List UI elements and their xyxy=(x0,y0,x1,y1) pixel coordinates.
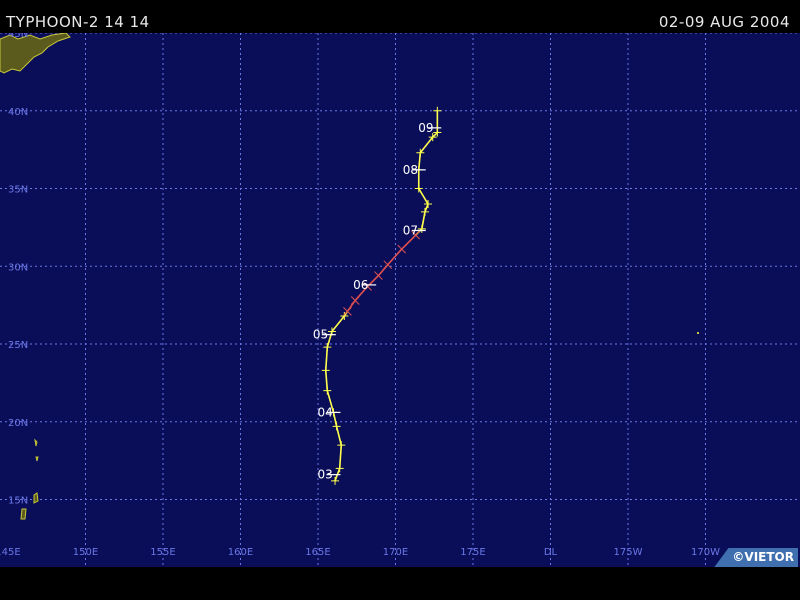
lat-label: 30N xyxy=(8,262,28,273)
lon-label: 170W xyxy=(691,547,720,558)
day-label: 07 xyxy=(403,223,418,237)
day-label: 04 xyxy=(318,405,333,419)
track-map: 45N 40N 35N 30N 25N 20N 15N 145E 150E 155E 160E 16… xyxy=(0,33,800,567)
lon-label: 155E xyxy=(150,547,175,558)
lat-label: 35N xyxy=(8,185,28,196)
day-label: 06 xyxy=(353,278,368,292)
lat-label: 20N xyxy=(8,418,28,429)
lat-label: 45N xyxy=(8,33,28,40)
lon-label: 160E xyxy=(228,547,253,558)
day-label: 09 xyxy=(418,121,433,135)
lon-label: DL xyxy=(544,547,558,558)
lon-label: 150E xyxy=(73,547,98,558)
lat-label: 25N xyxy=(8,340,28,351)
lon-label: 170E xyxy=(383,547,408,558)
lon-label: 165E xyxy=(305,547,330,558)
lon-label: 145E xyxy=(0,547,21,558)
storm-title: TYPHOON-2 14 14 xyxy=(6,13,150,31)
lat-label: 40N xyxy=(8,107,28,118)
day-label: 05 xyxy=(313,328,328,342)
credit-badge: ©VIETOR xyxy=(714,548,798,567)
day-label: 08 xyxy=(403,163,418,177)
ocean xyxy=(0,33,800,567)
date-range: 02-09 AUG 2004 xyxy=(658,13,790,31)
stray-point xyxy=(697,332,699,334)
lat-label: 15N xyxy=(8,496,28,507)
day-label: 03 xyxy=(318,468,333,482)
lon-label: 175W xyxy=(614,547,643,558)
lon-label: 175E xyxy=(460,547,485,558)
